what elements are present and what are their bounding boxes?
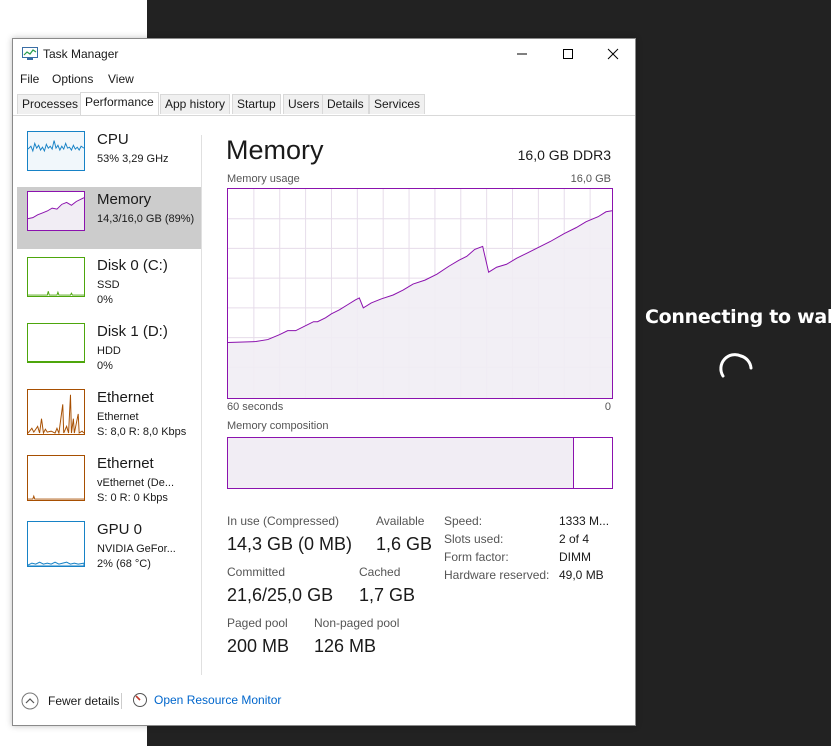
open-resource-monitor-link[interactable]: Open Resource Monitor	[132, 692, 281, 708]
title-bar: Task Manager	[13, 39, 635, 69]
fewer-details-label: Fewer details	[48, 694, 120, 708]
memory-composition-bar	[227, 437, 613, 489]
committed-value: 21,6/25,0 GB	[227, 585, 334, 605]
sidebar-ethernet-adapter: Ethernet	[97, 411, 139, 423]
fewer-details-button[interactable]: Fewer details	[21, 692, 119, 710]
form-factor-value: DIMM	[559, 550, 591, 564]
graph-time-left: 60 seconds	[227, 401, 284, 413]
window-title: Task Manager	[43, 47, 119, 61]
task-manager-window: Task Manager File Options View Processes…	[12, 38, 636, 726]
close-icon	[607, 48, 619, 60]
sidebar-item-memory[interactable]: Memory 14,3/16,0 GB (89%)	[17, 187, 201, 249]
disk-1-thumbnail-graph	[27, 323, 85, 363]
tab-details[interactable]: Details	[322, 94, 369, 114]
sidebar-cpu-title: CPU	[97, 131, 129, 148]
speed-value: 1333 M...	[559, 514, 610, 528]
chevron-up-icon	[21, 692, 39, 710]
non-paged-pool-value: 126 MB	[314, 636, 377, 656]
sidebar-ethernet-title: Ethernet	[97, 389, 154, 406]
page-title: Memory	[226, 135, 324, 165]
cached-label: Cached	[359, 565, 401, 579]
cpu-thumbnail-graph	[27, 131, 85, 171]
paged-pool-value: 200 MB	[227, 636, 290, 656]
memory-usage-graph	[227, 188, 613, 399]
speed-label: Speed:	[444, 514, 483, 528]
in-use-label: In use (Compressed)	[227, 514, 340, 528]
tab-users[interactable]: Users	[283, 94, 325, 114]
memory-composition-label: Memory composition	[227, 420, 329, 432]
tab-performance[interactable]: Performance	[80, 92, 159, 115]
hardware-reserved-label: Hardware reserved:	[444, 568, 550, 582]
ethernet-thumbnail-graph	[27, 389, 85, 435]
memory-type: 16,0 GB DDR3	[517, 147, 611, 163]
available-label: Available	[376, 514, 425, 528]
available-value: 1,6 GB	[376, 534, 433, 554]
sidebar-item-disk-1[interactable]: Disk 1 (D:) HDD 0%	[17, 319, 201, 381]
sidebar-vethernet-throughput: S: 0 R: 0 Kbps	[97, 492, 168, 504]
tab-startup[interactable]: Startup	[232, 94, 281, 114]
gpu-thumbnail-graph	[27, 521, 85, 567]
slots-used-value: 2 of 4	[559, 532, 590, 546]
sidebar-disk-0-type: SSD	[97, 279, 120, 291]
sidebar-memory-usage: 14,3/16,0 GB (89%)	[97, 213, 195, 225]
sidebar-item-disk-0[interactable]: Disk 0 (C:) SSD 0%	[17, 253, 201, 315]
spinner-icon	[719, 353, 753, 378]
resource-sidebar: CPU 53% 3,29 GHz Memory 14,3/16,0 GB (89…	[17, 127, 201, 679]
sidebar-disk-0-usage: 0%	[97, 294, 113, 306]
menu-view[interactable]: View	[108, 72, 134, 86]
memory-thumbnail-graph	[27, 191, 85, 231]
vethernet-thumbnail-graph	[27, 455, 85, 501]
sidebar-disk-0-title: Disk 0 (C:)	[97, 257, 168, 274]
in-use-value: 14,3 GB (0 MB)	[227, 534, 353, 554]
sidebar-vethernet-adapter: vEthernet (De...	[97, 477, 175, 489]
menu-bar: File Options View	[13, 69, 635, 89]
sidebar-disk-1-usage: 0%	[97, 360, 113, 372]
form-factor-label: Form factor:	[444, 550, 509, 564]
graph-time-right: 0	[604, 401, 611, 413]
sidebar-disk-1-title: Disk 1 (D:)	[97, 323, 168, 340]
tab-services[interactable]: Services	[369, 94, 426, 114]
memory-usage-label: Memory usage	[227, 173, 300, 185]
sidebar-divider	[201, 135, 202, 675]
minimize-button[interactable]	[499, 39, 545, 69]
connecting-message: Connecting to wallet	[645, 306, 831, 328]
memory-usage-max: 16,0 GB	[570, 173, 611, 185]
maximize-icon	[563, 49, 573, 59]
hardware-reserved-value: 49,0 MB	[559, 568, 604, 582]
disk-0-thumbnail-graph	[27, 257, 85, 297]
sidebar-gpu-model: NVIDIA GeFor...	[97, 543, 176, 555]
sidebar-vethernet-title: Ethernet	[97, 455, 154, 472]
cached-value: 1,7 GB	[359, 585, 416, 605]
menu-options[interactable]: Options	[52, 72, 93, 86]
app-icon	[22, 47, 38, 60]
footer-divider	[121, 693, 122, 709]
resource-monitor-icon	[133, 693, 147, 707]
sidebar-item-gpu-0[interactable]: GPU 0 NVIDIA GeFor... 2% (68 °C)	[17, 517, 201, 579]
sidebar-gpu-title: GPU 0	[97, 521, 143, 538]
sidebar-item-ethernet[interactable]: Ethernet Ethernet S: 8,0 R: 8,0 Kbps	[17, 385, 201, 447]
slots-used-label: Slots used:	[444, 532, 504, 546]
sidebar-item-vethernet[interactable]: Ethernet vEthernet (De... S: 0 R: 0 Kbps	[17, 451, 201, 513]
sidebar-ethernet-throughput: S: 8,0 R: 8,0 Kbps	[97, 426, 187, 438]
sidebar-gpu-usage: 2% (68 °C)	[97, 558, 151, 570]
composition-in-use-segment	[228, 438, 574, 488]
committed-label: Committed	[227, 565, 286, 579]
menu-file[interactable]: File	[20, 72, 39, 86]
footer-bar: Fewer details Open Resource Monitor	[13, 687, 635, 717]
sidebar-memory-title: Memory	[97, 191, 152, 208]
open-resource-monitor-label: Open Resource Monitor	[154, 693, 282, 707]
sidebar-disk-1-type: HDD	[97, 345, 121, 357]
tab-processes[interactable]: Processes	[17, 94, 84, 114]
non-paged-pool-label: Non-paged pool	[314, 616, 400, 630]
sidebar-cpu-usage: 53% 3,29 GHz	[97, 153, 169, 165]
paged-pool-label: Paged pool	[227, 616, 288, 630]
tab-bar: Processes Performance App history Startu…	[13, 92, 635, 116]
maximize-button[interactable]	[545, 39, 591, 69]
close-button[interactable]	[590, 39, 636, 69]
tab-app-history[interactable]: App history	[160, 94, 231, 114]
sidebar-item-cpu[interactable]: CPU 53% 3,29 GHz	[17, 127, 201, 189]
minimize-icon	[517, 53, 527, 55]
